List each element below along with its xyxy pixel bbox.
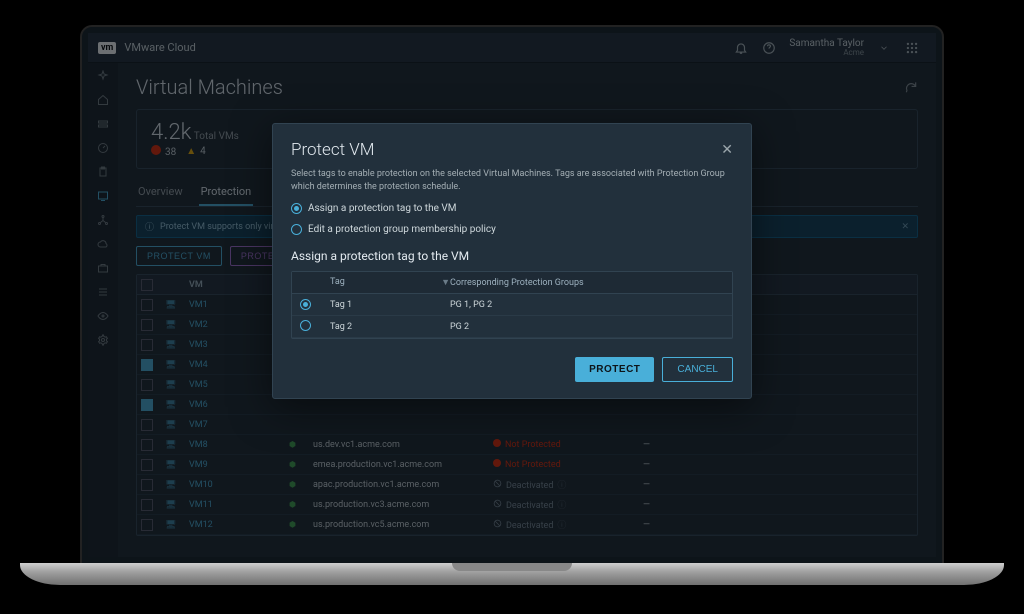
laptop-frame: vm VMware Cloud Samantha Taylor Acme	[80, 25, 944, 565]
protect-vm-modal: Protect VM ✕ Select tags to enable prote…	[272, 123, 752, 399]
tag-radio[interactable]	[300, 299, 311, 310]
cancel-button[interactable]: CANCEL	[662, 357, 733, 382]
tag-protection-groups: PG 1, PG 2	[450, 300, 724, 310]
laptop-notch	[452, 563, 572, 571]
tag-protection-groups: PG 2	[450, 322, 724, 332]
radio-icon	[291, 203, 302, 214]
protect-button[interactable]: PROTECT	[575, 357, 654, 382]
radio-assign-tag[interactable]: Assign a protection tag to the VM	[291, 203, 733, 214]
modal-subhead: Assign a protection tag to the VM	[291, 249, 733, 263]
col-tag[interactable]: Tag ▼	[330, 277, 450, 288]
modal-description: Select tags to enable protection on the …	[291, 168, 733, 193]
tag-table: Tag ▼ Corresponding Protection Groups Ta…	[291, 271, 733, 339]
tag-label: Tag 1	[330, 300, 450, 310]
app-screen: vm VMware Cloud Samantha Taylor Acme	[88, 33, 936, 557]
tag-row[interactable]: Tag 1PG 1, PG 2	[292, 294, 732, 316]
tag-label: Tag 2	[330, 322, 450, 332]
modal-close-icon[interactable]: ✕	[721, 142, 733, 158]
filter-icon[interactable]: ▼	[441, 277, 450, 288]
radio-icon	[291, 224, 302, 235]
modal-backdrop[interactable]: Protect VM ✕ Select tags to enable prote…	[88, 33, 936, 557]
modal-title: Protect VM	[291, 140, 374, 160]
col-protection-groups[interactable]: Corresponding Protection Groups	[450, 278, 724, 288]
radio-edit-policy[interactable]: Edit a protection group membership polic…	[291, 224, 733, 235]
tag-radio[interactable]	[300, 320, 311, 331]
tag-row[interactable]: Tag 2PG 2	[292, 316, 732, 338]
